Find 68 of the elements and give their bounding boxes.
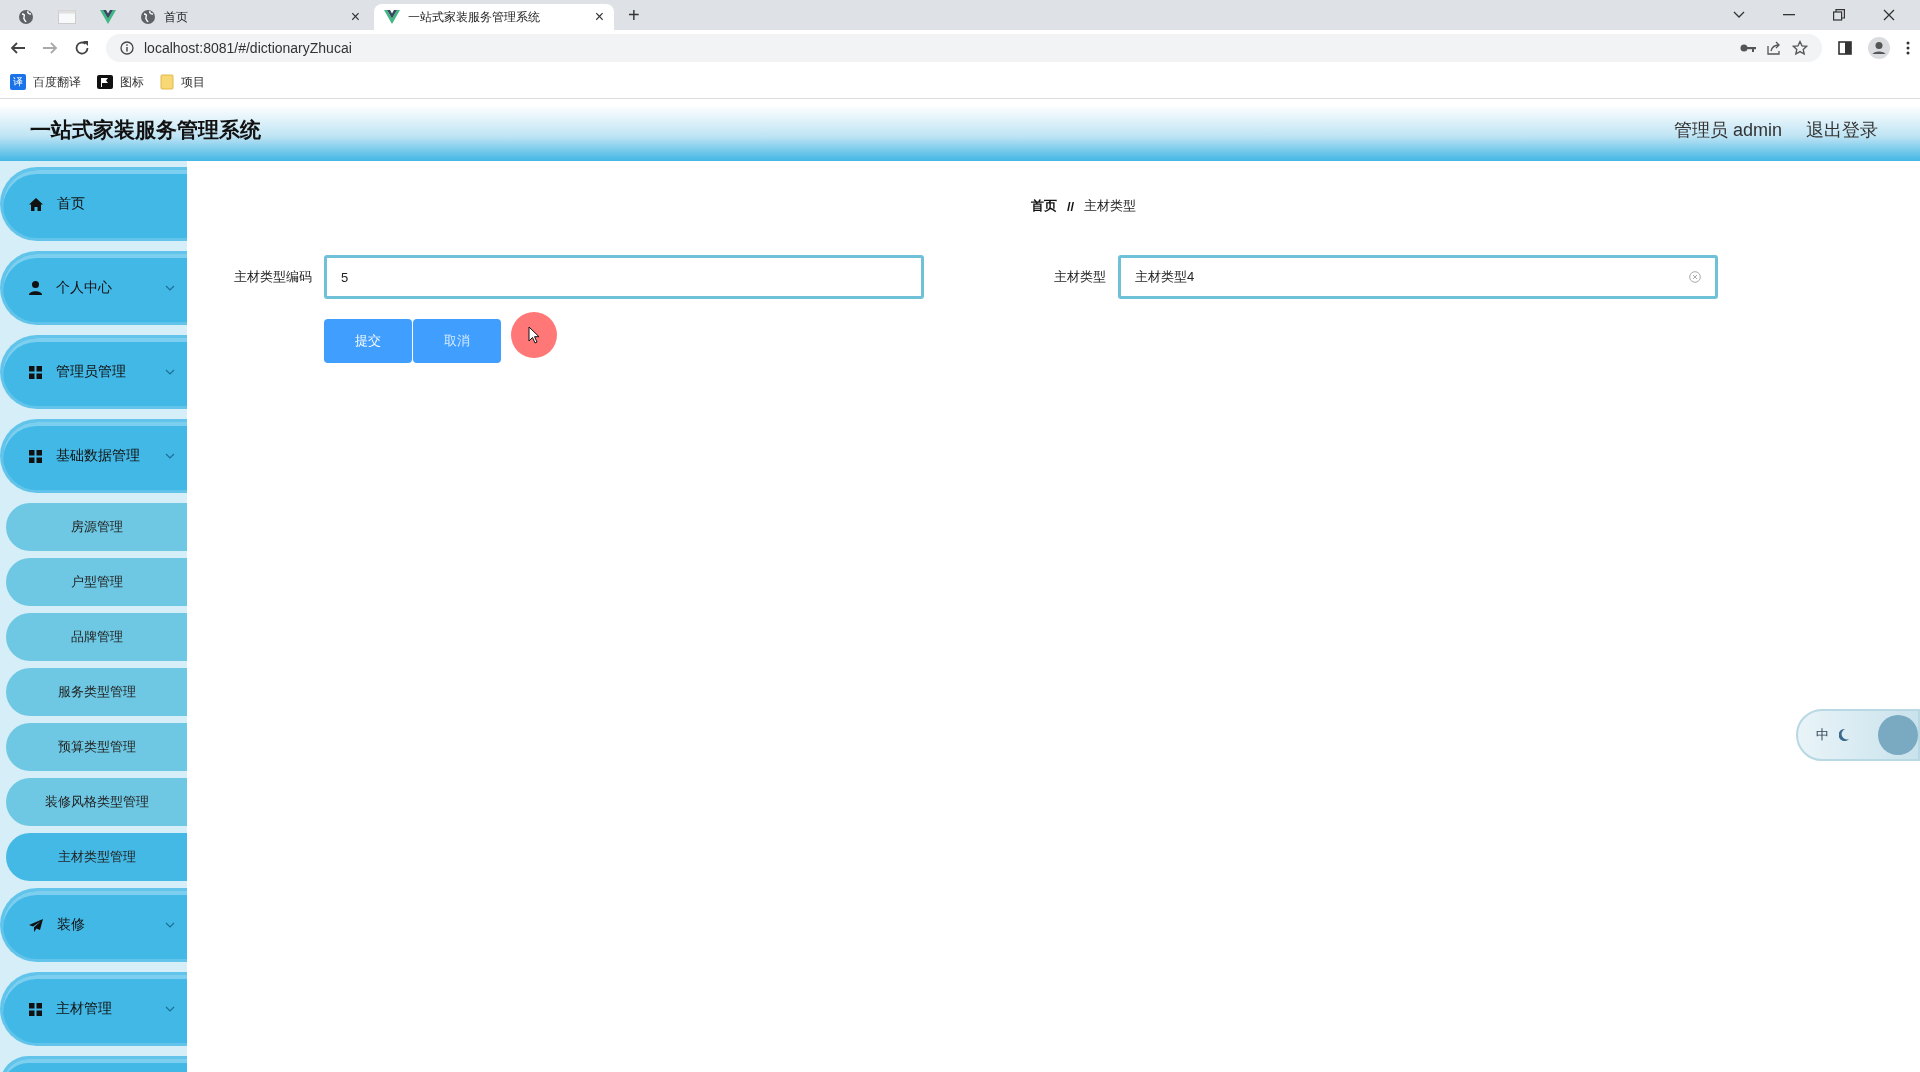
moon-icon (1839, 729, 1849, 741)
translate-icon: 译 (10, 74, 26, 90)
grid-icon (29, 1002, 42, 1016)
grid-icon (29, 365, 42, 379)
field-label: 主材类型 (1053, 268, 1106, 286)
input-method-widget[interactable]: 中 (1796, 709, 1920, 761)
breadcrumb-current: 主材类型 (1084, 197, 1137, 215)
breadcrumb-link[interactable]: 首页 (1030, 197, 1057, 215)
sidebar-menu-item[interactable]: 基础数据管理 (0, 419, 187, 493)
sidebar-submenu-item[interactable]: 装修风格类型管理 (6, 778, 187, 826)
star-icon[interactable] (1792, 40, 1808, 56)
sidebar-menu-item[interactable]: 个人中心 (0, 251, 187, 325)
globe-icon (140, 9, 156, 25)
app-title: 一站式家装服务管理系统 (30, 117, 261, 143)
mouse-pointer-icon (528, 326, 540, 344)
close-tab-button[interactable]: × (350, 8, 360, 26)
sidebar-menu-item[interactable]: 管理员管理 (0, 335, 187, 409)
input-field[interactable]: 主材类型4 (1118, 255, 1718, 299)
sidebar-menu-item[interactable]: 主材管理 (0, 972, 187, 1046)
chevron-down-icon (165, 922, 175, 928)
sidebar-submenu-item[interactable]: 房源管理 (6, 503, 187, 551)
globe-icon (18, 9, 34, 25)
bookmark-item[interactable]: 译 百度翻译 (10, 73, 81, 91)
share-icon[interactable] (1766, 40, 1782, 56)
paper-plane-icon (29, 918, 43, 932)
browser-tab[interactable]: 一站式家装服务管理系统 × (374, 4, 614, 30)
user-icon (29, 281, 42, 295)
sidebar-submenu-item[interactable]: 服务类型管理 (6, 668, 187, 716)
breadcrumb-separator: // (1066, 198, 1075, 214)
browser-tab[interactable]: 首页 × (130, 4, 370, 30)
restore-icon[interactable] (1833, 9, 1845, 21)
reload-icon[interactable] (74, 40, 90, 56)
sidebar-menu-item[interactable]: 装修 (0, 888, 187, 962)
folder-icon (160, 74, 174, 90)
sidebar-menu-item[interactable]: 首页 (0, 167, 187, 241)
side-panel-icon[interactable] (1838, 41, 1852, 55)
close-tab-button[interactable]: × (594, 8, 604, 26)
field-label: 主材类型编码 (233, 268, 312, 286)
minimize-icon[interactable] (1783, 14, 1795, 16)
chevron-down-icon (165, 453, 175, 459)
bookmark-item[interactable]: 项目 (160, 73, 205, 91)
sidebar-submenu-item[interactable]: 主材类型管理 (6, 833, 187, 881)
skin-picture (1878, 715, 1918, 755)
logout-link[interactable]: 退出登录 (1806, 118, 1878, 142)
bookmark-item[interactable]: 图标 (97, 73, 144, 91)
new-tab-button[interactable]: + (618, 3, 650, 27)
page-icon (58, 10, 76, 24)
chevron-down-icon (165, 1006, 175, 1012)
sidebar-submenu-item[interactable]: 户型管理 (6, 558, 187, 606)
user-label: 管理员 admin (1673, 119, 1782, 142)
input-field[interactable]: 5 (324, 255, 924, 299)
profile-avatar-icon[interactable] (1868, 37, 1890, 59)
chevron-down-icon (165, 369, 175, 375)
vue-logo-icon (100, 10, 116, 24)
sidebar-submenu-item[interactable]: 预算类型管理 (6, 723, 187, 771)
back-arrow-icon[interactable] (10, 40, 26, 56)
address-bar[interactable]: localhost:8081/#/dictionaryZhucai (106, 34, 1822, 62)
sidebar-submenu-item[interactable]: 品牌管理 (6, 613, 187, 661)
chevron-down-icon[interactable] (1733, 11, 1745, 19)
close-icon[interactable] (1883, 9, 1895, 21)
home-icon (29, 197, 43, 211)
vue-logo-icon (384, 10, 400, 24)
chevron-down-icon (165, 285, 175, 291)
flag-icon (97, 75, 113, 89)
more-menu-icon[interactable] (1906, 41, 1910, 55)
grid-icon (29, 449, 42, 463)
key-icon[interactable] (1740, 43, 1756, 53)
info-icon (120, 41, 134, 55)
